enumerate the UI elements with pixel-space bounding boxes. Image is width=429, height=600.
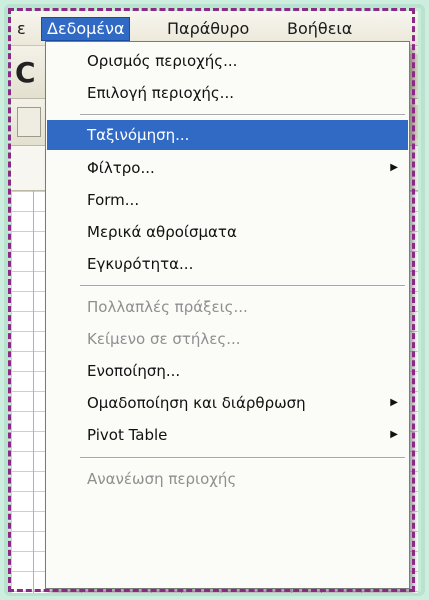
menu-item-label: Pivot Table (87, 426, 168, 444)
menu-item-consolidate[interactable]: Ενοποίηση... (47, 356, 408, 386)
menu-item-label: Φίλτρο... (87, 159, 155, 177)
menu-item-label: Κείμενο σε στήλες... (87, 330, 241, 348)
menu-item-label: Πολλαπλές πράξεις... (87, 298, 248, 316)
submenu-arrow-icon: ▶ (390, 162, 398, 173)
app-screenshot: ε Δεδομένα Παράθυρο Βοήθεια C Ορισμός πε… (11, 11, 418, 593)
menubar-item-help[interactable]: Βοήθεια (281, 17, 358, 41)
menu-item-define-range[interactable]: Ορισμός περιοχής... (47, 46, 408, 76)
menu-item-select-range[interactable]: Επιλογή περιοχής... (47, 78, 408, 108)
menu-separator (80, 114, 405, 116)
toolbar-partial-letter: C (15, 56, 36, 89)
menu-item-text-to-columns: Κείμενο σε στήλες... (47, 324, 408, 354)
menu-item-label: Ορισμός περιοχής... (87, 52, 238, 70)
menu-item-label: Ομαδοποίηση και διάρθρωση (87, 394, 306, 412)
menu-item-label: Εγκυρότητα... (87, 255, 194, 273)
submenu-arrow-icon: ▶ (390, 397, 398, 408)
menubar-item-partial[interactable]: ε (11, 17, 32, 41)
menu-item-group-outline[interactable]: Ομαδοποίηση και διάρθρωση ▶ (47, 388, 408, 418)
menu-item-form[interactable]: Form... (47, 185, 408, 215)
submenu-arrow-icon: ▶ (390, 429, 398, 440)
menu-item-subtotals[interactable]: Μερικά αθροίσματα (47, 217, 408, 247)
menu-item-pivot-table[interactable]: Pivot Table ▶ (47, 420, 408, 450)
grid-line (33, 191, 34, 593)
menubar-item-window[interactable]: Παράθυρο (161, 17, 255, 41)
menu-item-label: Επιλογή περιοχής... (87, 84, 234, 102)
data-menu-dropdown: Ορισμός περιοχής... Επιλογή περιοχής... … (45, 41, 410, 589)
menubar-item-data[interactable]: Δεδομένα (41, 17, 131, 41)
menu-item-validation[interactable]: Εγκυρότητα... (47, 249, 408, 279)
menu-item-label: Ενοποίηση... (87, 362, 181, 380)
menu-item-filter[interactable]: Φίλτρο... ▶ (47, 153, 408, 183)
menu-item-label: Ανανέωση περιοχής (87, 470, 237, 488)
menu-item-label: Form... (87, 191, 140, 209)
menu-item-label: Μερικά αθροίσματα (87, 223, 237, 241)
menu-item-label: Ταξινόμηση... (87, 126, 190, 144)
menu-item-sort[interactable]: Ταξινόμηση... (47, 120, 408, 150)
menu-item-multiple-operations: Πολλαπλές πράξεις... (47, 292, 408, 322)
menu-separator (80, 457, 405, 459)
toolbar-button[interactable] (17, 107, 41, 137)
menu-item-refresh-range: Ανανέωση περιοχής (47, 464, 408, 494)
menu-separator (80, 285, 405, 287)
